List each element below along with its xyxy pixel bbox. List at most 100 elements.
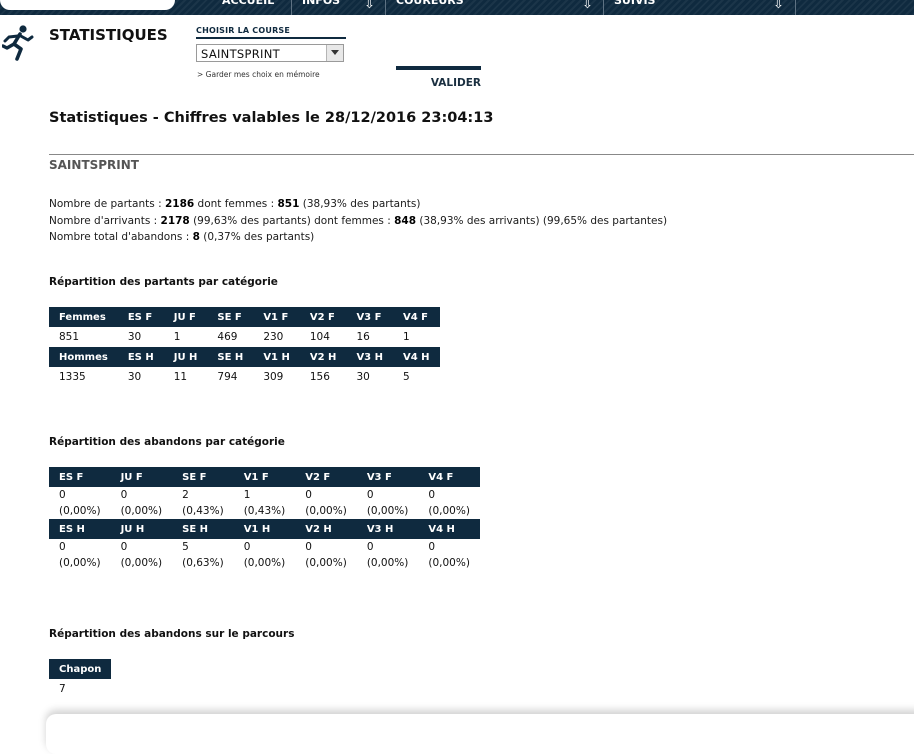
column-header: V4 F <box>418 467 480 487</box>
page-title: STATISTIQUES <box>49 26 168 44</box>
column-header: JU H <box>163 347 208 367</box>
table-cell: 0 (0,00%) <box>428 541 470 569</box>
table-cell: 1 (0,43%) <box>243 489 286 517</box>
bottom-panel <box>46 714 914 754</box>
column-header: V2 H <box>299 347 347 367</box>
column-header: Hommes <box>49 347 118 367</box>
table-header-row: ES H JU H SE H V1 H V2 H V3 H V4 H <box>49 519 480 539</box>
table-cell: 851 <box>59 331 80 343</box>
column-header: V2 H <box>295 519 357 539</box>
race-name: SAINTSPRINT <box>49 158 139 172</box>
partants-table: Femmes ES F JU F SE F V1 F V2 F V3 F V4 … <box>49 307 440 387</box>
table-row: 0 (0,00%) 0 (0,00%) 5 (0,63%) 0 (0,00%) 0 (0,… <box>49 539 480 571</box>
column-header: V3 F <box>356 467 419 487</box>
table-cell: 0 (0,00%) <box>366 489 409 517</box>
divider <box>49 154 914 155</box>
table-cell: 30 <box>127 371 142 383</box>
table-cell: 7 <box>59 683 66 695</box>
column-header: Chapon <box>49 659 112 679</box>
validate-button[interactable]: VALIDER <box>396 66 481 90</box>
table-cell: 30 <box>356 371 370 383</box>
column-header: V1 H <box>233 519 296 539</box>
table-cell: 5 (0,63%) <box>182 541 224 569</box>
course-select[interactable]: SAINTSPRINT <box>196 44 344 62</box>
nav-item-infos[interactable]: INFOS <box>302 0 340 15</box>
nav-separator <box>603 0 604 15</box>
abandons-section-title: Répartition des abandons par catégorie <box>49 436 285 448</box>
column-header: JU H <box>110 519 173 539</box>
nav-separator <box>795 0 796 15</box>
parcours-section-title: Répartition des abandons sur le parcours <box>49 628 295 640</box>
summary-partants: Nombre de partants : 2186 dont femmes : … <box>49 198 421 210</box>
table-header-row: Femmes ES F JU F SE F V1 F V2 F V3 F V4 … <box>49 307 440 327</box>
column-header: ES F <box>117 307 164 327</box>
column-header: JU F <box>110 467 173 487</box>
table-cell: 0 (0,00%) <box>120 541 163 569</box>
column-header: V2 F <box>295 467 357 487</box>
column-header: V4 F <box>393 307 440 327</box>
table-cell: 0 (0,00%) <box>120 489 163 517</box>
table-cell: 0 (0,00%) <box>243 541 286 569</box>
table-row: 851 30 1 469 230 104 16 1 <box>49 327 440 347</box>
column-header: V1 F <box>253 307 300 327</box>
table-cell: 0 (0,00%) <box>428 489 470 517</box>
nav-item-suivis[interactable]: SUIVIS <box>614 0 655 15</box>
table-cell: 30 <box>127 331 142 343</box>
column-header: V3 F <box>346 307 393 327</box>
column-header: V3 H <box>356 519 419 539</box>
column-header: V3 H <box>346 347 393 367</box>
parcours-table: Chapon 7 <box>49 659 112 699</box>
chevron-down-icon[interactable] <box>326 45 343 61</box>
summary-block: Nombre de partants : 2186 dont femmes : … <box>49 196 667 246</box>
table-cell: 0 (0,00%) <box>59 489 101 517</box>
column-header: V4 H <box>393 347 440 367</box>
table-header-row: Hommes ES H JU H SE H V1 H V2 H V3 H V4 … <box>49 347 440 367</box>
table-cell: 0 (0,00%) <box>305 489 347 517</box>
column-header: SE H <box>172 519 234 539</box>
column-header: ES F <box>49 467 111 487</box>
column-header: ES H <box>49 519 111 539</box>
runner-icon <box>2 25 34 61</box>
table-cell: 16 <box>356 331 370 343</box>
summary-abandons: Nombre total d'abandons : 8 (0,37% des p… <box>49 231 315 243</box>
column-header: SE H <box>207 347 254 367</box>
nav-item-accueil[interactable]: ACCUEIL <box>222 0 274 15</box>
table-cell: 1 <box>173 331 181 343</box>
course-select-value: SAINTSPRINT <box>201 47 280 61</box>
chevron-down-icon[interactable]: ⇩ <box>364 0 375 12</box>
column-header: V2 F <box>299 307 347 327</box>
column-header: V1 F <box>233 467 296 487</box>
table-cell: 11 <box>173 371 188 383</box>
column-header: Femmes <box>49 307 118 327</box>
table-cell: 794 <box>217 371 238 383</box>
table-row: 0 (0,00%) 0 (0,00%) 2 (0,43%) 1 (0,43%) 0 (0,… <box>49 487 480 519</box>
course-select-label: CHOISIR LA COURSE <box>196 26 346 39</box>
table-row: 1335 30 11 794 309 156 30 5 <box>49 367 440 387</box>
search-input[interactable] <box>0 0 175 10</box>
table-row: 7 <box>49 679 111 699</box>
remember-choices-link[interactable]: > Garder mes choix en mémoire <box>197 70 320 79</box>
table-header-row: ES F JU F SE F V1 F V2 F V3 F V4 F <box>49 467 480 487</box>
table-cell: 230 <box>263 331 284 343</box>
table-cell: 5 <box>403 371 410 383</box>
table-cell: 0 (0,00%) <box>366 541 409 569</box>
stats-heading: Statistiques - Chiffres valables le 28/1… <box>49 110 494 126</box>
column-header: V1 H <box>253 347 300 367</box>
column-header: SE F <box>172 467 234 487</box>
chevron-down-icon[interactable]: ⇩ <box>773 0 784 12</box>
summary-arrivants: Nombre d'arrivants : 2178 (99,63% des pa… <box>49 214 668 227</box>
table-cell: 1335 <box>59 371 86 383</box>
nav-separator <box>385 0 386 15</box>
column-header: V4 H <box>418 519 480 539</box>
table-cell: 2 (0,43%) <box>182 489 224 517</box>
nav-item-coureurs[interactable]: COUREURS <box>396 0 464 15</box>
table-cell: 469 <box>217 331 238 343</box>
column-header: ES H <box>117 347 164 367</box>
column-header: SE F <box>207 307 254 327</box>
top-nav-bar: ACCUEIL INFOS ⇩ COUREURS ⇩ SUIVIS ⇩ <box>0 0 914 15</box>
partants-section-title: Répartition des partants par catégorie <box>49 276 278 288</box>
table-cell: 0 (0,00%) <box>305 541 347 569</box>
table-cell: 156 <box>309 371 330 383</box>
table-cell: 104 <box>309 331 330 343</box>
chevron-down-icon[interactable]: ⇩ <box>582 0 593 12</box>
